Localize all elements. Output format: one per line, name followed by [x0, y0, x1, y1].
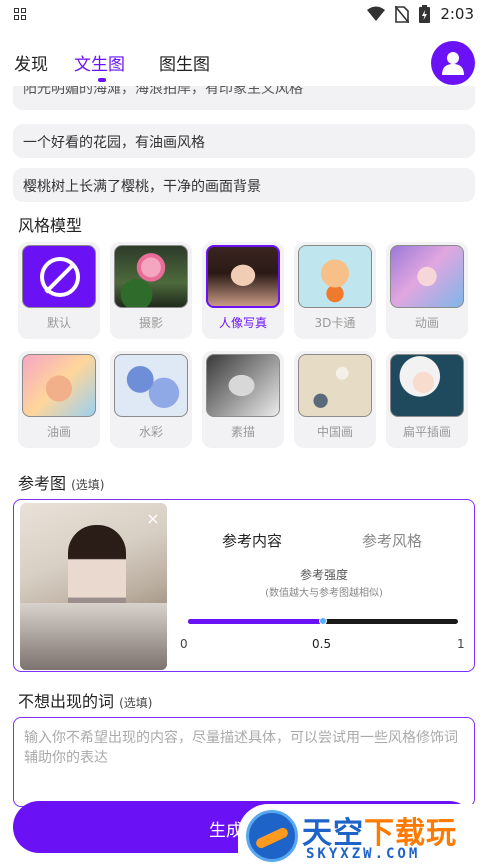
no-sim-icon — [395, 5, 410, 23]
prompt-suggestion[interactable]: 阳光明媚的海滩，海浪拍岸，有印象主义风格 — [13, 86, 475, 110]
prompt-suggestion-text: 阳光明媚的海滩，海浪拍岸，有印象主义风格 — [23, 86, 303, 97]
negative-section-title: 不想出现的词 (选填) — [18, 688, 152, 712]
battery-icon — [419, 5, 431, 23]
negative-title: 不想出现的词 — [18, 692, 115, 711]
status-bar: 2:03 — [0, 0, 488, 28]
prompt-suggestion-text: 一个好看的花园，有油画风格 — [23, 135, 205, 151]
style-flat-illustration[interactable]: 扁平插画 — [386, 351, 468, 448]
slider-fill — [188, 619, 323, 624]
tab-reference-style[interactable]: 参考风格 — [362, 530, 422, 551]
strength-hint: (数值越大与参考图越相似) — [265, 588, 383, 599]
clock: 2:03 — [440, 5, 474, 23]
style-label: 人像写真 — [218, 316, 267, 330]
style-label: 默认 — [46, 316, 71, 330]
hamster-thumbnail — [298, 245, 372, 308]
photo-pillows — [20, 603, 167, 670]
hydrangea-thumbnail — [114, 354, 188, 417]
tab-text-to-image[interactable]: 文生图 — [74, 50, 125, 75]
flat-girl-thumbnail — [390, 354, 464, 417]
prompt-suggestion-text: 樱桃树上长满了樱桃，干净的画面背景 — [23, 179, 261, 195]
user-icon — [442, 52, 464, 75]
style-label: 油画 — [46, 425, 71, 439]
style-anime[interactable]: 动画 — [386, 242, 468, 339]
watermark: 天空下载玩 SKYXZW.COM — [238, 804, 488, 867]
style-label: 扁平插画 — [402, 425, 451, 439]
optional-tag: (选填) — [119, 696, 153, 710]
strength-label: 参考强度 — [299, 568, 348, 582]
style-oil-painting[interactable]: 油画 — [18, 351, 100, 448]
chinese-painting-thumbnail — [298, 354, 372, 417]
sketch-thumbnail — [206, 354, 280, 417]
tab-reference-content[interactable]: 参考内容 — [222, 530, 282, 551]
tick-max: 1 — [457, 637, 465, 651]
optional-tag: (选填) — [71, 478, 105, 492]
style-label: 素描 — [230, 425, 255, 439]
style-sketch[interactable]: 素描 — [202, 351, 284, 448]
prompt-suggestion[interactable]: 樱桃树上长满了樱桃，干净的画面背景 — [13, 168, 475, 202]
reference-section-title: 参考图 (选填) — [18, 470, 104, 494]
active-tab-indicator — [98, 78, 106, 82]
style-watercolor[interactable]: 水彩 — [110, 351, 192, 448]
style-label: 水彩 — [138, 425, 163, 439]
negative-words-input[interactable]: 输入你不希望出现的内容，尽量描述具体，可以尝试用一些风格修饰词辅助你的表达 — [13, 717, 475, 807]
style-default[interactable]: 默认 — [18, 242, 100, 339]
close-icon[interactable]: × — [143, 509, 163, 529]
tick-mid: 0.5 — [312, 637, 332, 651]
wifi-icon — [367, 6, 386, 21]
fairy-thumbnail — [390, 245, 464, 308]
style-photography[interactable]: 摄影 — [110, 242, 192, 339]
style-label: 动画 — [414, 316, 439, 330]
portrait-thumbnail — [206, 245, 280, 308]
style-label: 中国画 — [316, 425, 353, 439]
style-section-title: 风格模型 — [18, 216, 83, 235]
watermark-logo-icon — [246, 810, 298, 862]
avatar-button[interactable] — [431, 41, 475, 85]
style-chinese-painting[interactable]: 中国画 — [294, 351, 376, 448]
tab-discover[interactable]: 发现 — [14, 50, 48, 75]
reference-panel: × 参考内容 参考风格 参考强度 (数值越大与参考图越相似) 0 0.5 1 — [13, 499, 475, 672]
slider-knob[interactable] — [319, 617, 327, 625]
style-3d-cartoon[interactable]: 3D卡通 — [294, 242, 376, 339]
strength-slider[interactable] — [188, 617, 458, 625]
tick-min: 0 — [180, 637, 188, 651]
negative-placeholder: 输入你不希望出现的内容，尽量描述具体，可以尝试用一些风格修饰词辅助你的表达 — [24, 730, 458, 766]
style-label: 摄影 — [138, 316, 163, 330]
tab-image-to-image[interactable]: 图生图 — [159, 50, 210, 75]
cat-thumbnail — [22, 354, 96, 417]
lotus-thumbnail — [114, 245, 188, 308]
reference-title: 参考图 — [18, 474, 67, 493]
prompt-suggestion[interactable]: 一个好看的花园，有油画风格 — [13, 124, 475, 158]
ban-icon — [22, 245, 96, 308]
watermark-url: SKYXZW.COM — [306, 846, 421, 862]
style-portrait[interactable]: 人像写真 — [202, 242, 284, 339]
style-label: 3D卡通 — [314, 316, 356, 330]
grid-icon — [14, 8, 26, 20]
